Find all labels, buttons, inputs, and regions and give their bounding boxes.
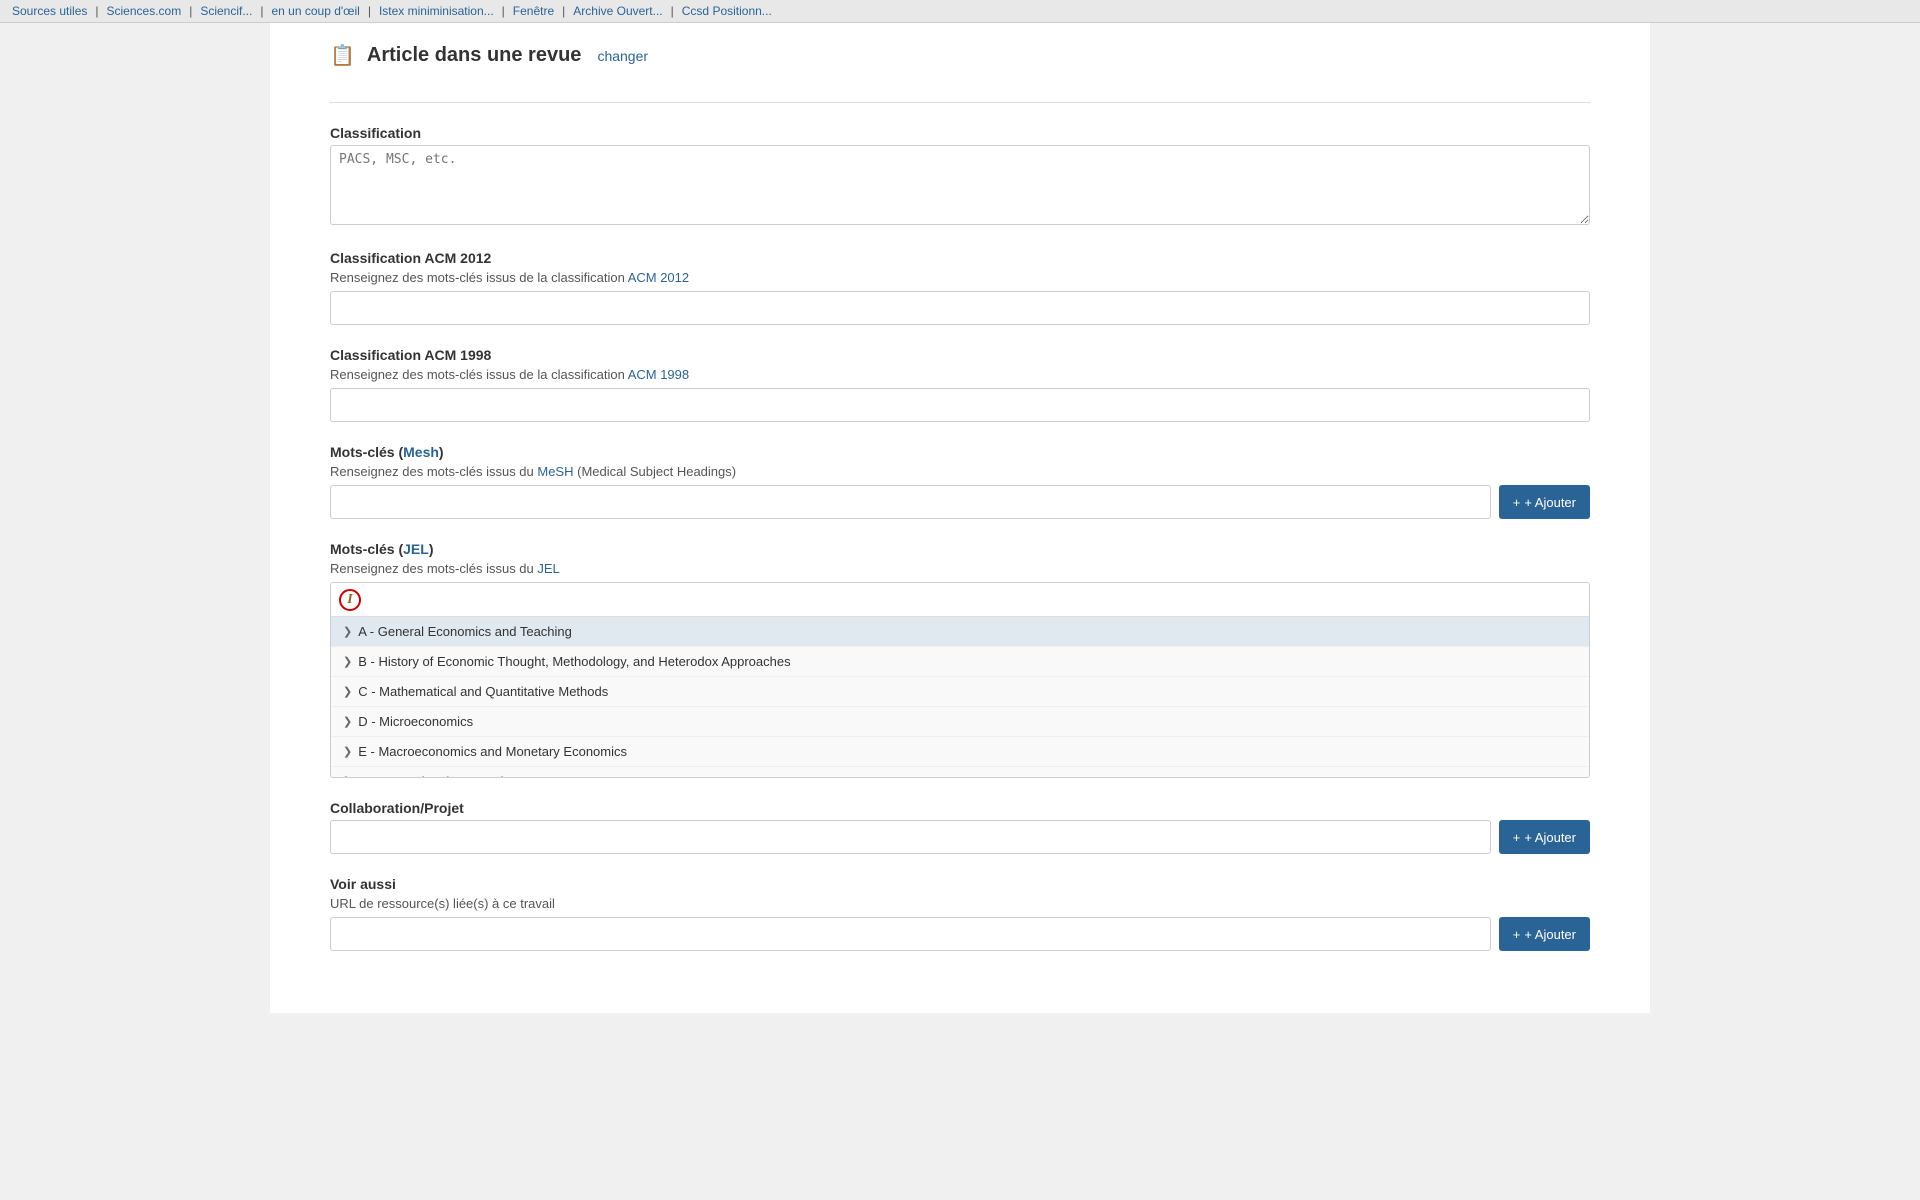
acm2012-input[interactable] [330, 291, 1590, 325]
jel-chevron-c: ❯ [343, 685, 352, 698]
jel-item-c-label: C - Mathematical and Quantitative Method… [358, 684, 608, 699]
jel-cursor-circle: I [339, 589, 361, 611]
topbar-link-8[interactable]: Ccsd Positionn... [682, 4, 772, 18]
jel-desc: Renseignez des mots-clés issus du JEL [330, 561, 1590, 576]
collaboration-add-label: + Ajouter [1524, 830, 1576, 845]
voir-aussi-add-plus: + [1513, 927, 1521, 942]
classification-textarea[interactable] [330, 145, 1590, 225]
jel-link[interactable]: JEL [403, 541, 429, 557]
section-jel: Mots-clés (JEL) Renseignez des mots-clés… [330, 541, 1590, 778]
topbar-link-3[interactable]: Sciencif... [200, 4, 252, 18]
section-acm2012: Classification ACM 2012 Renseignez des m… [330, 250, 1590, 325]
jel-item-e[interactable]: ❯ E - Macroeconomics and Monetary Econom… [331, 737, 1589, 767]
classification-label: Classification [330, 125, 1590, 141]
page-header: 📋 Article dans une revue changer [330, 43, 1590, 78]
jel-item-b[interactable]: ❯ B - History of Economic Thought, Metho… [331, 647, 1589, 677]
acm1998-link[interactable]: ACM 1998 [628, 367, 689, 382]
topbar-link-2[interactable]: Sciences.com [107, 4, 182, 18]
jel-dropdown: I ❯ A - General Economics and Teaching ❯… [330, 582, 1590, 778]
jel-item-c[interactable]: ❯ C - Mathematical and Quantitative Meth… [331, 677, 1589, 707]
acm2012-desc: Renseignez des mots-clés issus de la cla… [330, 270, 1590, 285]
voir-aussi-desc: URL de ressource(s) liée(s) à ce travail [330, 896, 1590, 911]
change-link[interactable]: changer [597, 48, 648, 64]
section-collaboration: Collaboration/Projet + + Ajouter [330, 800, 1590, 854]
jel-chevron-d: ❯ [343, 715, 352, 728]
top-bar: Sources utiles | Sciences.com | Sciencif… [0, 0, 1920, 23]
mesh-add-plus: + [1513, 495, 1521, 510]
jel-search-wrapper: I [331, 583, 1589, 617]
jel-label: Mots-clés (JEL) [330, 541, 1590, 557]
mesh-label: Mots-clés (Mesh) [330, 444, 1590, 460]
jel-item-d[interactable]: ❯ D - Microeconomics [331, 707, 1589, 737]
jel-desc-link[interactable]: JEL [537, 561, 559, 576]
jel-list: ❯ A - General Economics and Teaching ❯ B… [331, 617, 1589, 777]
collaboration-label: Collaboration/Projet [330, 800, 1590, 816]
jel-search-input[interactable] [331, 583, 1589, 617]
jel-item-a-label: A - General Economics and Teaching [358, 624, 572, 639]
mesh-desc: Renseignez des mots-clés issus du MeSH (… [330, 464, 1590, 479]
jel-item-a[interactable]: ❯ A - General Economics and Teaching [331, 617, 1589, 647]
mesh-add-label: + Ajouter [1524, 495, 1576, 510]
voir-aussi-add-button[interactable]: + + Ajouter [1499, 917, 1590, 951]
topbar-link-4[interactable]: en un coup d'œil [271, 4, 359, 18]
collaboration-add-plus: + [1513, 830, 1521, 845]
topbar-link-7[interactable]: Archive Ouvert... [573, 4, 662, 18]
section-voir-aussi: Voir aussi URL de ressource(s) liée(s) à… [330, 876, 1590, 951]
topbar-link-5[interactable]: Istex miniminisation... [379, 4, 494, 18]
article-icon: 📋 [330, 43, 355, 68]
topbar-link-6[interactable]: Fenêtre [513, 4, 554, 18]
collaboration-input[interactable] [330, 820, 1491, 854]
voir-aussi-input[interactable] [330, 917, 1491, 951]
voir-aussi-label: Voir aussi [330, 876, 1590, 892]
divider-top [330, 102, 1590, 103]
page-title: Article dans une revue [367, 44, 582, 67]
jel-item-d-label: D - Microeconomics [358, 714, 473, 729]
acm2012-label: Classification ACM 2012 [330, 250, 1590, 266]
voir-aussi-input-row: + + Ajouter [330, 917, 1590, 951]
acm1998-input[interactable] [330, 388, 1590, 422]
jel-item-e-label: E - Macroeconomics and Monetary Economic… [358, 744, 627, 759]
collaboration-input-row: + + Ajouter [330, 820, 1590, 854]
jel-item-f-label: F - International Economics [358, 774, 516, 777]
jel-chevron-a: ❯ [343, 625, 352, 638]
section-acm1998: Classification ACM 1998 Renseignez des m… [330, 347, 1590, 422]
jel-chevron-b: ❯ [343, 655, 352, 668]
section-classification: Classification [330, 125, 1590, 228]
topbar-link-1[interactable]: Sources utiles [12, 4, 87, 18]
voir-aussi-add-label: + Ajouter [1524, 927, 1576, 942]
page-container: 📋 Article dans une revue changer Classif… [270, 23, 1650, 1013]
mesh-input-row: + + Ajouter [330, 485, 1590, 519]
acm2012-link[interactable]: ACM 2012 [628, 270, 689, 285]
acm1998-desc: Renseignez des mots-clés issus de la cla… [330, 367, 1590, 382]
acm1998-label: Classification ACM 1998 [330, 347, 1590, 363]
mesh-link[interactable]: Mesh [403, 444, 439, 460]
jel-item-f[interactable]: ❯ F - International Economics [331, 767, 1589, 777]
cursor-icon: I [347, 592, 352, 608]
mesh-input[interactable] [330, 485, 1491, 519]
jel-chevron-e: ❯ [343, 745, 352, 758]
mesh-add-button[interactable]: + + Ajouter [1499, 485, 1590, 519]
collaboration-add-button[interactable]: + + Ajouter [1499, 820, 1590, 854]
section-mesh: Mots-clés (Mesh) Renseignez des mots-clé… [330, 444, 1590, 519]
jel-chevron-f: ❯ [343, 775, 352, 777]
mesh-desc-link[interactable]: MeSH [537, 464, 573, 479]
jel-item-b-label: B - History of Economic Thought, Methodo… [358, 654, 790, 669]
